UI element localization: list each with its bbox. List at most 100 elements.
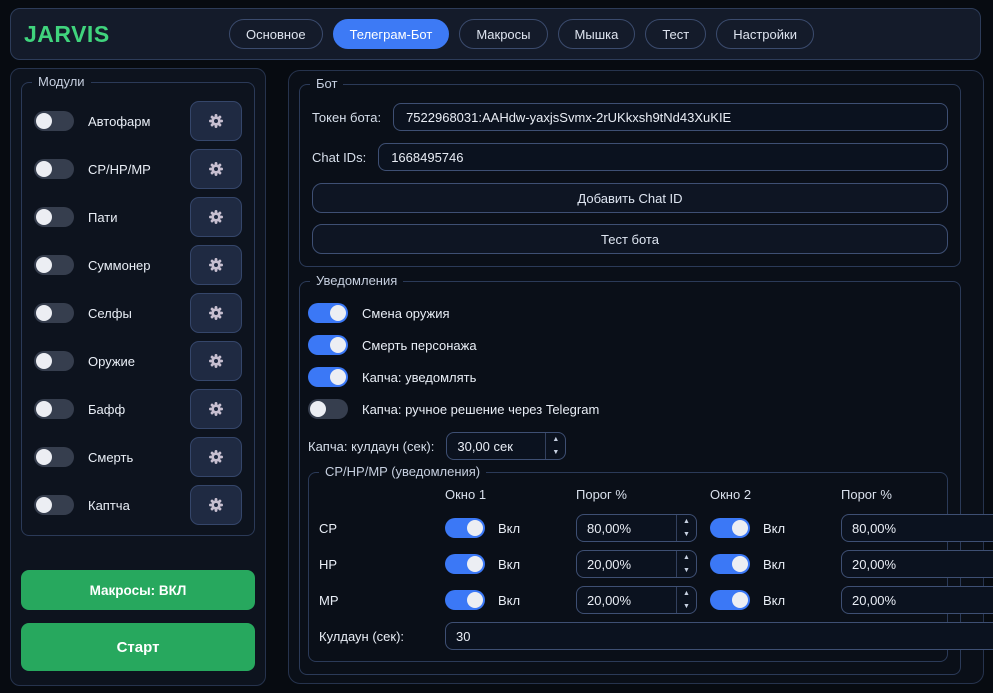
- cphpmp-cooldown-input[interactable]: [446, 623, 993, 649]
- header-window-1: Окно 1: [445, 487, 576, 507]
- captcha-cooldown-row: Капча: кулдаун (сек): ▲ ▼: [308, 432, 948, 460]
- toggle-knob: [732, 556, 748, 572]
- toggle-hp-window2[interactable]: [710, 554, 750, 574]
- buff-settings-button[interactable]: [190, 389, 242, 429]
- module-label: Автофарм: [88, 114, 150, 129]
- captcha-cooldown-spinner: ▲ ▼: [446, 432, 566, 460]
- toggle-cp-window1[interactable]: [445, 518, 485, 538]
- death-settings-button[interactable]: [190, 437, 242, 477]
- hp-window2-cell: Вкл: [710, 549, 841, 579]
- toggle-knob: [467, 556, 483, 572]
- tab-makrosy[interactable]: Макросы: [459, 19, 547, 49]
- toggle-mp-window1[interactable]: [445, 590, 485, 610]
- captcha-cooldown-label: Капча: кулдаун (сек):: [308, 439, 434, 454]
- chat-ids-row: Chat IDs:: [312, 143, 948, 171]
- spinner-down-icon[interactable]: ▼: [677, 600, 696, 613]
- toggle-weapon-change-notify[interactable]: [308, 303, 348, 323]
- toggle-party[interactable]: [34, 207, 74, 227]
- toggle-knob: [36, 257, 52, 273]
- spinner-down-icon[interactable]: ▼: [546, 446, 565, 459]
- spinner-up-icon[interactable]: ▲: [677, 551, 696, 564]
- toggle-weapon[interactable]: [34, 351, 74, 371]
- toggle-knob: [36, 449, 52, 465]
- bot-group-title: Бот: [310, 76, 343, 91]
- captcha-settings-button[interactable]: [190, 485, 242, 525]
- toggle-knob: [36, 401, 52, 417]
- spinner-controls: ▲▼: [676, 515, 696, 541]
- toggle-mp-window2[interactable]: [710, 590, 750, 610]
- tab-nastroyki[interactable]: Настройки: [716, 19, 814, 49]
- module-row: Пати: [34, 193, 242, 241]
- cphpmp-cooldown-cell: ▲▼: [445, 621, 993, 651]
- add-chat-id-button[interactable]: Добавить Chat ID: [312, 183, 948, 213]
- hp-threshold1-input[interactable]: [577, 551, 676, 577]
- cphpmp-cooldown-spinner: ▲▼: [445, 622, 993, 650]
- module-row: Суммонер: [34, 241, 242, 289]
- notification-row: Капча: уведомлять: [308, 361, 948, 393]
- start-button[interactable]: Старт: [21, 623, 255, 671]
- mp-threshold2-spinner: ▲▼: [841, 586, 993, 614]
- party-settings-button[interactable]: [190, 197, 242, 237]
- header-threshold-2: Порог %: [841, 487, 993, 507]
- tab-myshka[interactable]: Мышка: [558, 19, 636, 49]
- toggle-captcha-manual-solve[interactable]: [308, 399, 348, 419]
- captcha-cooldown-input[interactable]: [447, 433, 545, 459]
- tab-test[interactable]: Тест: [645, 19, 706, 49]
- notification-row: Капча: ручное решение через Telegram: [308, 393, 948, 425]
- mp-threshold2-input[interactable]: [842, 587, 993, 613]
- selfbuffs-settings-button[interactable]: [190, 293, 242, 333]
- toggle-autofarm[interactable]: [34, 111, 74, 131]
- toggle-captcha-notify[interactable]: [308, 367, 348, 387]
- module-row: Бафф: [34, 385, 242, 433]
- mp-threshold1-cell: ▲▼: [576, 585, 710, 615]
- module-label: Пати: [88, 210, 118, 225]
- module-label: Каптча: [88, 498, 130, 513]
- spinner-up-icon[interactable]: ▲: [677, 587, 696, 600]
- autofarm-settings-button[interactable]: [190, 101, 242, 141]
- summoner-settings-button[interactable]: [190, 245, 242, 285]
- toggle-hp-window1[interactable]: [445, 554, 485, 574]
- hp-threshold1-spinner: ▲▼: [576, 550, 697, 578]
- top-bar: JARVIS Основное Телеграм-Бот Макросы Мыш…: [10, 8, 981, 60]
- notification-row: Смена оружия: [308, 297, 948, 329]
- toggle-summoner[interactable]: [34, 255, 74, 275]
- header-window-2: Окно 2: [710, 487, 841, 507]
- macros-toggle-button[interactable]: Макросы: ВКЛ: [21, 570, 255, 610]
- toggle-selfbuffs[interactable]: [34, 303, 74, 323]
- gear-icon: [208, 209, 224, 225]
- toggle-cp-window2[interactable]: [710, 518, 750, 538]
- main-panel: Бот Токен бота: Chat IDs: Добавить Chat …: [288, 70, 984, 684]
- cp-threshold1-input[interactable]: [577, 515, 676, 541]
- spinner-up-icon[interactable]: ▲: [546, 433, 565, 446]
- toggle-char-death-notify[interactable]: [308, 335, 348, 355]
- spinner-down-icon[interactable]: ▼: [677, 528, 696, 541]
- weapon-settings-button[interactable]: [190, 341, 242, 381]
- modules-group: Модули Автофарм CP/HP/MP Пати Суммонер: [21, 82, 255, 536]
- toggle-state-label: Вкл: [763, 593, 785, 608]
- toggle-state-label: Вкл: [763, 557, 785, 572]
- cp-threshold2-input[interactable]: [842, 515, 993, 541]
- gear-icon: [208, 449, 224, 465]
- mp-window2-cell: Вкл: [710, 585, 841, 615]
- header-threshold-1: Порог %: [576, 487, 710, 507]
- spinner-down-icon[interactable]: ▼: [677, 564, 696, 577]
- hp-threshold2-spinner: ▲▼: [841, 550, 993, 578]
- tab-telegram-bot[interactable]: Телеграм-Бот: [333, 19, 450, 49]
- cp-hp-mp-settings-button[interactable]: [190, 149, 242, 189]
- toggle-buff[interactable]: [34, 399, 74, 419]
- chat-ids-input[interactable]: [378, 143, 948, 171]
- tab-bar: Основное Телеграм-Бот Макросы Мышка Тест…: [229, 19, 814, 49]
- gear-icon: [208, 113, 224, 129]
- toggle-captcha[interactable]: [34, 495, 74, 515]
- test-bot-button[interactable]: Тест бота: [312, 224, 948, 254]
- toggle-death[interactable]: [34, 447, 74, 467]
- spinner-up-icon[interactable]: ▲: [677, 515, 696, 528]
- token-input[interactable]: [393, 103, 948, 131]
- mp-threshold1-input[interactable]: [577, 587, 676, 613]
- cphpmp-table: Окно 1 Порог % Окно 2 Порог % CP Вкл ▲▼: [319, 487, 937, 651]
- cp-window2-cell: Вкл: [710, 513, 841, 543]
- toggle-knob: [330, 337, 346, 353]
- tab-osnovnoe[interactable]: Основное: [229, 19, 323, 49]
- hp-threshold2-input[interactable]: [842, 551, 993, 577]
- toggle-cp-hp-mp[interactable]: [34, 159, 74, 179]
